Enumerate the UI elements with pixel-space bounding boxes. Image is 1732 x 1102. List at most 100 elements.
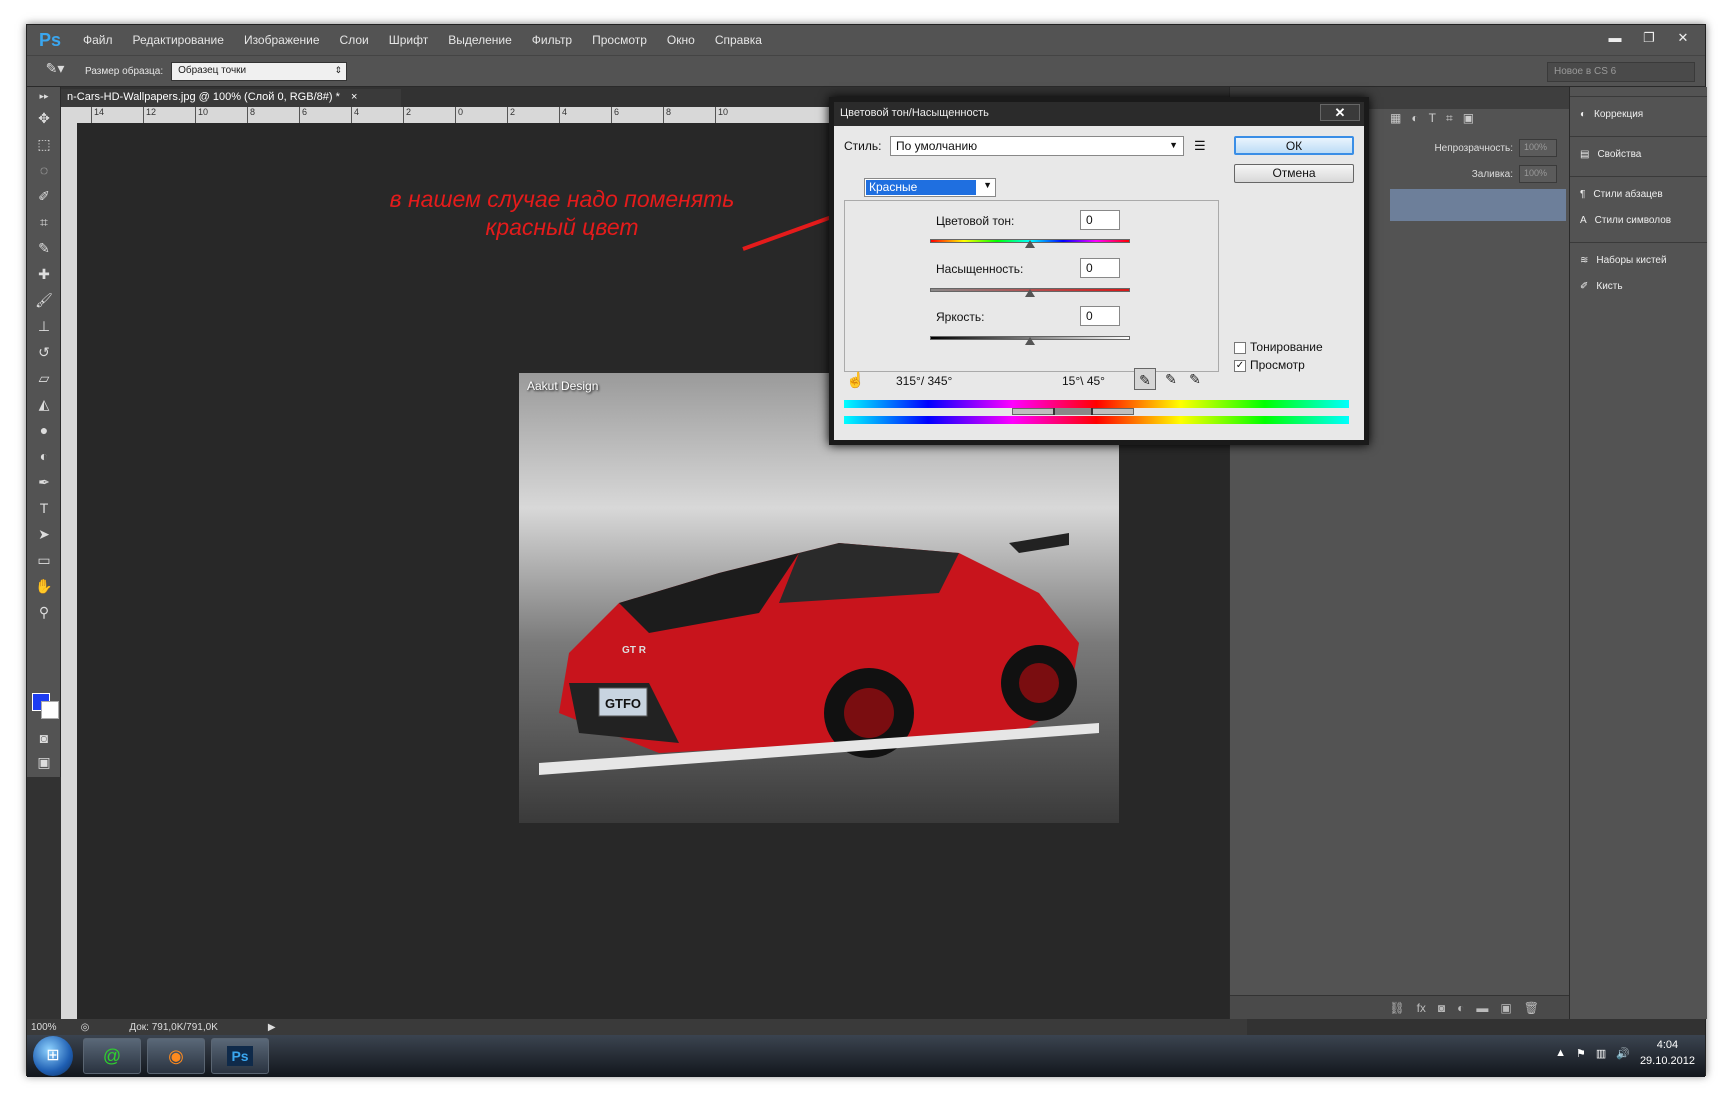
type-tool-icon[interactable]: T: [27, 495, 61, 521]
dialog-close-button[interactable]: ✕: [1320, 104, 1360, 121]
menu-type[interactable]: Шрифт: [379, 33, 438, 47]
targeted-adjustment-hand-icon[interactable]: ☝: [846, 371, 865, 389]
volume-icon[interactable]: 🔊: [1616, 1047, 1630, 1060]
menu-view[interactable]: Просмотр: [582, 33, 657, 47]
menu-image[interactable]: Изображение: [234, 33, 330, 47]
network-icon[interactable]: ▥: [1596, 1047, 1606, 1060]
zoom-level[interactable]: 100%: [31, 1022, 57, 1033]
tray-expand-icon[interactable]: ▲: [1555, 1047, 1566, 1059]
saturation-slider-thumb[interactable]: [1025, 289, 1035, 297]
collapse-arrows-icon[interactable]: ▸▸: [27, 87, 61, 105]
filter-type-icon[interactable]: T: [1429, 111, 1436, 131]
taskbar-photoshop-label: Ps: [227, 1046, 253, 1066]
document-tab[interactable]: n-Cars-HD-Wallpapers.jpg @ 100% (Слой 0,…: [61, 89, 401, 107]
document-tab-close-icon[interactable]: ×: [351, 91, 357, 103]
dock-item-paragraph-styles[interactable]: ¶ Стили абзацев: [1570, 181, 1707, 207]
hue-slider-thumb[interactable]: [1025, 240, 1035, 248]
dock-item-adjustments[interactable]: ◐ Коррекция: [1570, 101, 1707, 127]
preview-checkbox[interactable]: ✓: [1234, 360, 1246, 372]
lasso-tool-icon[interactable]: ◌: [27, 157, 61, 183]
menu-select[interactable]: Выделение: [438, 33, 522, 47]
colorize-checkbox[interactable]: [1234, 342, 1246, 354]
filter-pixel-icon[interactable]: ▦: [1390, 111, 1401, 131]
workspace-select[interactable]: Новое в CS 6: [1547, 62, 1695, 82]
eyedropper-minus-icon[interactable]: ✎: [1184, 368, 1206, 390]
lightness-input[interactable]: 0: [1080, 306, 1120, 326]
brush-tool-icon[interactable]: 🖌: [27, 287, 61, 313]
new-layer-icon[interactable]: ▣: [1500, 1001, 1511, 1015]
document-tab-title: n-Cars-HD-Wallpapers.jpg @ 100% (Слой 0,…: [67, 91, 340, 103]
background-color-swatch[interactable]: [41, 701, 59, 719]
hue-input[interactable]: 0: [1080, 210, 1120, 230]
dock-item-character-styles[interactable]: A Стили символов: [1570, 207, 1707, 233]
rectangle-tool-icon[interactable]: ▭: [27, 547, 61, 573]
paint-bucket-tool-icon[interactable]: ◭: [27, 391, 61, 417]
minimize-button[interactable]: ▬: [1601, 29, 1629, 47]
path-selection-tool-icon[interactable]: ➤: [27, 521, 61, 547]
dock-item-brush[interactable]: ✐ Кисть: [1570, 273, 1707, 299]
eyedropper-plus-icon[interactable]: ✎: [1160, 368, 1182, 390]
filter-smart-object-icon[interactable]: ▣: [1463, 111, 1474, 131]
ok-button[interactable]: ОК: [1234, 136, 1354, 155]
color-range-bar[interactable]: [1012, 408, 1134, 415]
preset-options-icon[interactable]: ☰: [1194, 138, 1206, 154]
menu-filter[interactable]: Фильтр: [522, 33, 582, 47]
taskbar-firefox-icon[interactable]: ◉: [147, 1038, 205, 1074]
dock-item-brush-presets[interactable]: ≋ Наборы кистей: [1570, 247, 1707, 273]
crop-tool-icon[interactable]: ⌗: [27, 209, 61, 235]
eyedropper-tool-preset-icon[interactable]: ✎▾: [39, 60, 71, 82]
screen-mode-icon[interactable]: ▣: [27, 749, 61, 775]
color-range-center[interactable]: [1053, 408, 1093, 415]
saturation-label: Насыщенность:: [936, 262, 1024, 276]
restore-button[interactable]: ❐: [1635, 29, 1663, 47]
history-brush-tool-icon[interactable]: ↺: [27, 339, 61, 365]
menu-file[interactable]: Файл: [73, 33, 123, 47]
cancel-button[interactable]: Отмена: [1234, 164, 1354, 183]
ruler-tick: 14: [91, 107, 104, 123]
menu-help[interactable]: Справка: [705, 33, 772, 47]
taskbar-photoshop-button[interactable]: Ps: [211, 1038, 269, 1074]
menu-window[interactable]: Окно: [657, 33, 705, 47]
close-button[interactable]: ✕: [1669, 29, 1697, 47]
layer-row-selected[interactable]: [1390, 189, 1566, 221]
menu-layers[interactable]: Слои: [330, 33, 379, 47]
delete-layer-icon[interactable]: 🗑: [1524, 1001, 1539, 1015]
filter-adjustment-icon[interactable]: ◐: [1411, 111, 1418, 131]
fill-field[interactable]: 100%: [1519, 165, 1557, 183]
healing-brush-tool-icon[interactable]: ✚: [27, 261, 61, 287]
sample-size-select[interactable]: Образец точки: [171, 61, 348, 81]
start-button[interactable]: ⊞: [33, 1036, 73, 1076]
dodge-tool-icon[interactable]: ◐: [27, 443, 61, 469]
opacity-field[interactable]: 100%: [1519, 139, 1557, 157]
range-left-readout: 315°/ 345°: [896, 374, 953, 388]
zoom-tool-icon[interactable]: ⚲: [27, 599, 61, 625]
eraser-tool-icon[interactable]: ▱: [27, 365, 61, 391]
flag-icon[interactable]: ⚑: [1576, 1047, 1586, 1060]
layer-style-icon[interactable]: fx: [1417, 1001, 1426, 1015]
add-mask-icon[interactable]: ◙: [1438, 1001, 1445, 1015]
lightness-slider-thumb[interactable]: [1025, 337, 1035, 345]
marquee-tool-icon[interactable]: ⬚: [27, 131, 61, 157]
clone-stamp-tool-icon[interactable]: ⊥: [27, 313, 61, 339]
menu-edit[interactable]: Редактирование: [123, 33, 234, 47]
channel-select[interactable]: Красные ▼: [864, 178, 996, 197]
move-tool-icon[interactable]: ✥: [27, 105, 61, 131]
eyedropper-icon[interactable]: ✎: [1134, 368, 1156, 390]
filter-shape-icon[interactable]: ⌗: [1446, 111, 1453, 131]
pen-tool-icon[interactable]: ✒: [27, 469, 61, 495]
quick-mask-icon[interactable]: ◙: [27, 725, 61, 751]
clock[interactable]: 4:04 29.10.2012: [1640, 1037, 1695, 1069]
clock-time: 4:04: [1656, 1039, 1679, 1051]
dock-item-properties[interactable]: ▤ Свойства: [1570, 141, 1707, 167]
saturation-input[interactable]: 0: [1080, 258, 1120, 278]
taskbar-mail-agent-icon[interactable]: @: [83, 1038, 141, 1074]
hand-tool-icon[interactable]: ✋: [27, 573, 61, 599]
preset-select[interactable]: По умолчанию ▼: [890, 136, 1184, 156]
new-group-icon[interactable]: ▬: [1476, 1001, 1488, 1015]
status-menu-arrow-icon[interactable]: ▶: [268, 1022, 276, 1033]
quick-select-tool-icon[interactable]: ✐: [27, 183, 61, 209]
blur-tool-icon[interactable]: ●: [27, 417, 61, 443]
link-layers-icon[interactable]: ⛓: [1389, 1001, 1404, 1015]
new-adjustment-layer-icon[interactable]: ◐: [1457, 1001, 1464, 1015]
eyedropper-tool-icon[interactable]: ✎: [27, 235, 61, 261]
